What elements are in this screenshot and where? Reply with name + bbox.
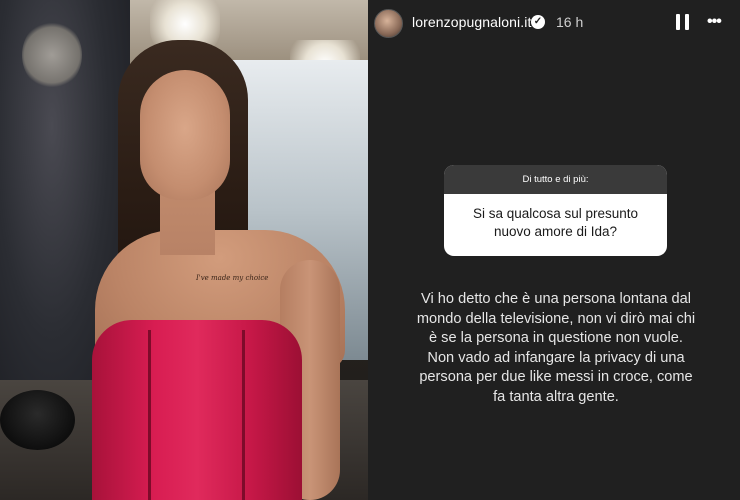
red-corset (92, 320, 302, 500)
answer-text: Vi ho detto che è una persona lontana da… (396, 290, 716, 408)
avatar[interactable] (374, 9, 403, 38)
question-text: Si sa qualcosa sul presunto nuovo amore … (472, 206, 639, 239)
question-sticker: Di tutto e di più: Si sa qualcosa sul pr… (444, 165, 667, 256)
woman-face (140, 70, 230, 200)
ottoman (0, 390, 75, 450)
answer-line: mondo della televisione, non vi dirò mai… (416, 310, 696, 327)
tattoo-text: I've made my choice (196, 274, 269, 282)
username[interactable]: lorenzopugnaloni.it (412, 14, 531, 30)
answer-line: Vi ho detto che è una persona lontana da… (421, 291, 691, 307)
answer-line: è se la persona in questione non vuole. (429, 330, 683, 347)
question-sticker-header: Di tutto e di più: (444, 165, 667, 194)
pause-icon[interactable] (676, 14, 690, 30)
verified-badge-icon: ✓ (531, 15, 545, 29)
story-photo: I've made my choice (0, 0, 368, 500)
answer-line: fa tanta altra gente. (493, 388, 619, 405)
answer-line: persona per due like messi in croce, com… (419, 369, 693, 386)
post-time: 16 h (556, 14, 584, 30)
answer-line: Non vado ad infangare la privacy di una (427, 349, 685, 366)
more-options-icon[interactable]: ••• (707, 13, 722, 31)
